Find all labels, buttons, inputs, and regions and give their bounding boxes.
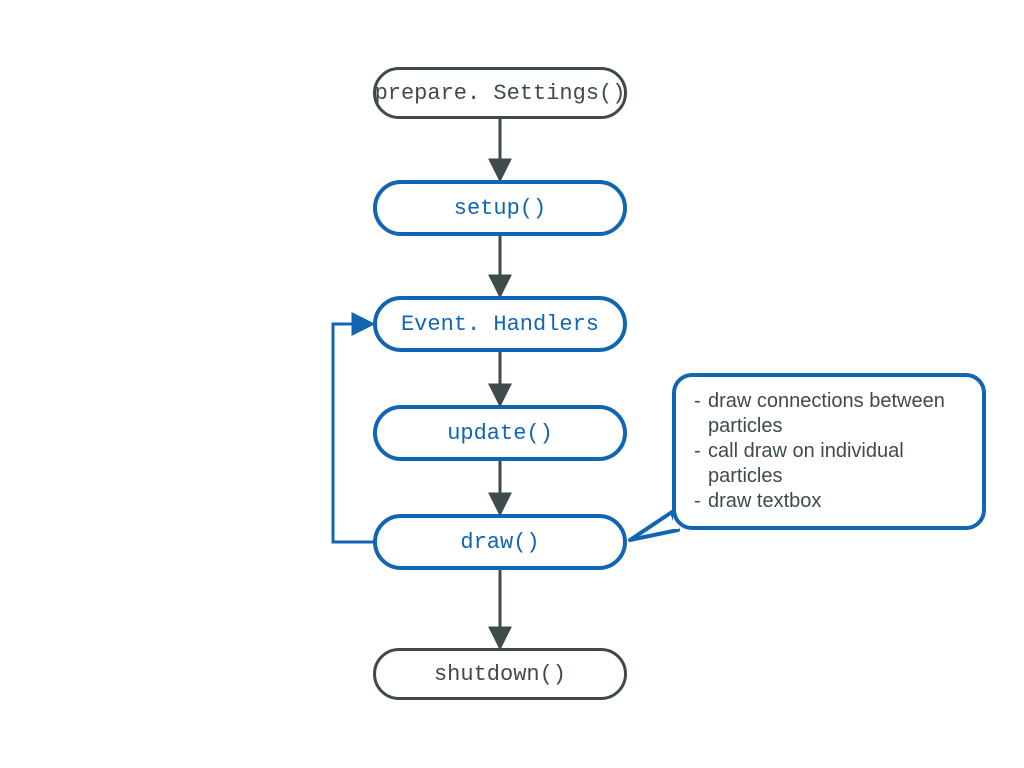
callout-pointer bbox=[630, 512, 678, 540]
bullet-dash-icon: - bbox=[694, 489, 708, 514]
callout-line: - call draw on individual particles bbox=[694, 439, 968, 489]
flowchart-canvas: prepare. Settings() setup() Event. Handl… bbox=[0, 0, 1024, 768]
callout-line-text: draw connections between particles bbox=[708, 389, 968, 439]
bullet-dash-icon: - bbox=[694, 389, 708, 439]
node-shutdown: shutdown() bbox=[373, 648, 627, 700]
callout-line-text: draw textbox bbox=[708, 489, 821, 514]
node-setup-label: setup() bbox=[454, 196, 546, 221]
node-prepare-settings: prepare. Settings() bbox=[373, 67, 627, 119]
node-draw-label: draw() bbox=[460, 530, 539, 555]
node-draw: draw() bbox=[373, 514, 627, 570]
node-event-handlers-label: Event. Handlers bbox=[401, 312, 599, 337]
bullet-dash-icon: - bbox=[694, 439, 708, 489]
callout-line-text: call draw on individual particles bbox=[708, 439, 968, 489]
node-event-handlers: Event. Handlers bbox=[373, 296, 627, 352]
node-update-label: update() bbox=[447, 421, 553, 446]
callout-draw-details: - draw connections between particles - c… bbox=[672, 373, 986, 530]
node-update: update() bbox=[373, 405, 627, 461]
node-prepare-settings-label: prepare. Settings() bbox=[375, 81, 626, 106]
node-setup: setup() bbox=[373, 180, 627, 236]
callout-line: - draw textbox bbox=[694, 489, 968, 514]
node-shutdown-label: shutdown() bbox=[434, 662, 566, 687]
callout-line: - draw connections between particles bbox=[694, 389, 968, 439]
